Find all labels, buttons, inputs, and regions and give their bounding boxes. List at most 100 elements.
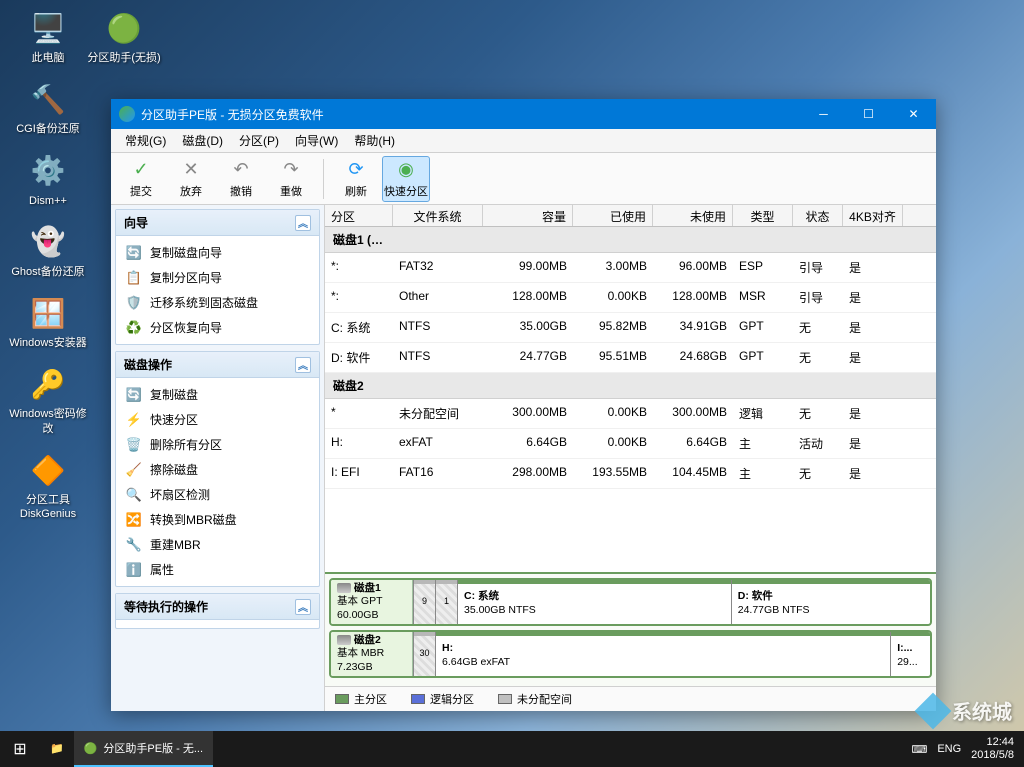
menu-partition[interactable]: 分区(P) <box>231 130 287 151</box>
desktop-icon-ghost[interactable]: 👻 Ghost备份还原 <box>8 222 88 279</box>
tool-快速分区[interactable]: ◉快速分区 <box>382 156 430 202</box>
panel-item[interactable]: ℹ️属性 <box>116 557 319 582</box>
tool-撤销[interactable]: ↶撤销 <box>217 156 265 202</box>
item-icon: 📋 <box>126 270 142 286</box>
disk-icon <box>337 583 351 593</box>
tool-icon: ✕ <box>180 159 202 181</box>
watermark: 系统城 <box>920 696 1012 725</box>
panel-header[interactable]: 等待执行的操作︽ <box>116 594 319 620</box>
disk-group-label[interactable]: 磁盘1 (… <box>325 227 936 253</box>
panel-item[interactable]: 🔄复制磁盘向导 <box>116 240 319 265</box>
window-title: 分区助手PE版 - 无损分区免费软件 <box>141 106 801 123</box>
partition-block[interactable]: D: 软件24.77GB NTFS <box>731 580 930 624</box>
partition-block-small[interactable]: 1 <box>435 580 457 624</box>
col-status[interactable]: 状态 <box>793 205 843 226</box>
close-button[interactable]: ✕ <box>891 99 936 129</box>
desktop-icon-computer[interactable]: 🖥️ 此电脑 <box>8 8 88 65</box>
taskbar-partition-assistant[interactable]: 🟢 分区助手PE版 - 无... <box>74 731 213 767</box>
partition-block[interactable]: I:...29... <box>890 632 930 676</box>
menu-help[interactable]: 帮助(H) <box>346 130 403 151</box>
disk-block[interactable]: 磁盘2基本 MBR7.23GB30H:6.64GB exFATI:...29..… <box>329 630 932 678</box>
col-capacity[interactable]: 容量 <box>483 205 573 226</box>
panel-item[interactable]: 🔍坏扇区检测 <box>116 482 319 507</box>
system-tray[interactable]: ⌨ ENG 12:44 2018/5/8 <box>901 736 1024 762</box>
disk-block[interactable]: 磁盘1基本 GPT60.00GB91C: 系统35.00GB NTFSD: 软件… <box>329 578 932 626</box>
taskbar-explorer[interactable]: 📁 <box>40 731 74 767</box>
partition-block[interactable]: C: 系统35.00GB NTFS <box>457 580 731 624</box>
tool-刷新[interactable]: ⟳刷新 <box>332 156 380 202</box>
menu-disk[interactable]: 磁盘(D) <box>174 130 231 151</box>
partition-block[interactable]: H:6.64GB exFAT <box>435 632 890 676</box>
disk-group-label[interactable]: 磁盘2 <box>325 373 936 399</box>
panel-item[interactable]: 🛡️迁移系统到固态磁盘 <box>116 290 319 315</box>
desktop-icon-winstall[interactable]: 🪟 Windows安装器 <box>8 293 88 350</box>
table-row[interactable]: C: 系统NTFS35.00GB95.82MB34.91GBGPT无是 <box>325 313 936 343</box>
panel-等待执行的操作: 等待执行的操作︽ <box>115 593 320 629</box>
table-row[interactable]: *:Other128.00MB0.00KB128.00MBMSR引导是 <box>325 283 936 313</box>
keyboard-icon[interactable]: ⌨ <box>911 743 927 756</box>
desktop: 🖥️ 此电脑 🟢 分区助手(无损) 🔨 CGI备份还原 ⚙️ Dism++ 👻 … <box>8 8 98 536</box>
panel-header[interactable]: 向导︽ <box>116 210 319 236</box>
collapse-icon[interactable]: ︽ <box>295 215 311 231</box>
start-button[interactable]: ⊞ <box>0 731 40 767</box>
table-row[interactable]: *:FAT3299.00MB3.00MB96.00MBESP引导是 <box>325 253 936 283</box>
table-row[interactable]: I: EFIFAT16298.00MB193.55MB104.45MB主无是 <box>325 459 936 489</box>
tool-提交[interactable]: ✓提交 <box>117 156 165 202</box>
panel-header[interactable]: 磁盘操作︽ <box>116 352 319 378</box>
titlebar[interactable]: 分区助手PE版 - 无损分区免费软件 ─ ☐ ✕ <box>111 99 936 129</box>
panel-item[interactable]: 🔄复制磁盘 <box>116 382 319 407</box>
col-type[interactable]: 类型 <box>733 205 793 226</box>
grid-body: 磁盘1 (…*:FAT3299.00MB3.00MB96.00MBESP引导是*… <box>325 227 936 572</box>
toolbar: ✓提交✕放弃↶撤销↷重做 ⟳刷新◉快速分区 <box>111 153 936 205</box>
desktop-icon-partition[interactable]: 🟢 分区助手(无损) <box>84 8 164 65</box>
panel-item[interactable]: 🔀转换到MBR磁盘 <box>116 507 319 532</box>
panel-item[interactable]: 🔧重建MBR <box>116 532 319 557</box>
panel-item[interactable]: ♻️分区恢复向导 <box>116 315 319 340</box>
sidebar: 向导︽ 🔄复制磁盘向导📋复制分区向导🛡️迁移系统到固态磁盘♻️分区恢复向导磁盘操作… <box>111 205 325 711</box>
desktop-icon-dism[interactable]: ⚙️ Dism++ <box>8 151 88 208</box>
menu-general[interactable]: 常规(G) <box>117 130 174 151</box>
tool-放弃[interactable]: ✕放弃 <box>167 156 215 202</box>
desktop-icon-diskgenius[interactable]: 🔶 分区工具DiskGenius <box>8 450 88 522</box>
collapse-icon[interactable]: ︽ <box>295 357 311 373</box>
desktop-icon-password[interactable]: 🔑 Windows密码修改 <box>8 364 88 436</box>
table-row[interactable]: *未分配空间300.00MB0.00KB300.00MB逻辑无是 <box>325 399 936 429</box>
col-used[interactable]: 已使用 <box>573 205 653 226</box>
windows-installer-icon: 🪟 <box>28 293 68 333</box>
item-icon: 🔧 <box>126 537 142 553</box>
table-row[interactable]: D: 软件NTFS24.77GB95.51MB24.68GBGPT无是 <box>325 343 936 373</box>
panel-item[interactable]: 📋复制分区向导 <box>116 265 319 290</box>
hammer-icon: 🔨 <box>28 79 68 119</box>
table-row[interactable]: H:exFAT6.64GB0.00KB6.64GB主活动是 <box>325 429 936 459</box>
col-filesystem[interactable]: 文件系统 <box>393 205 483 226</box>
legend-color-box <box>498 694 512 704</box>
legend: 主分区逻辑分区未分配空间 <box>325 686 936 711</box>
panel-向导: 向导︽ 🔄复制磁盘向导📋复制分区向导🛡️迁移系统到固态磁盘♻️分区恢复向导 <box>115 209 320 345</box>
item-icon: ℹ️ <box>126 562 142 578</box>
language-indicator[interactable]: ENG <box>937 743 961 755</box>
partition-block-small[interactable]: 9 <box>413 580 435 624</box>
maximize-button[interactable]: ☐ <box>846 99 891 129</box>
col-partition[interactable]: 分区 <box>325 205 393 226</box>
legend-color-box <box>411 694 425 704</box>
panel-item[interactable]: 🗑️删除所有分区 <box>116 432 319 457</box>
tool-重做[interactable]: ↷重做 <box>267 156 315 202</box>
col-4k-align[interactable]: 4KB对齐 <box>843 205 903 226</box>
item-icon: 🔀 <box>126 512 142 528</box>
tool-icon: ↷ <box>280 159 302 181</box>
item-icon: 🔄 <box>126 245 142 261</box>
menu-wizard[interactable]: 向导(W) <box>287 130 346 151</box>
partition-assistant-window: 分区助手PE版 - 无损分区免费软件 ─ ☐ ✕ 常规(G) 磁盘(D) 分区(… <box>111 99 936 711</box>
partition-assistant-icon: 🟢 <box>104 8 144 48</box>
desktop-icon-cgi[interactable]: 🔨 CGI备份还原 <box>8 79 88 136</box>
legend-item: 主分区 <box>335 691 387 707</box>
collapse-icon[interactable]: ︽ <box>295 599 311 615</box>
gear-icon: ⚙️ <box>28 151 68 191</box>
legend-item: 逻辑分区 <box>411 691 474 707</box>
minimize-button[interactable]: ─ <box>801 99 846 129</box>
partition-block-small[interactable]: 30 <box>413 632 435 676</box>
item-icon: 🧹 <box>126 462 142 478</box>
col-free[interactable]: 未使用 <box>653 205 733 226</box>
panel-item[interactable]: ⚡快速分区 <box>116 407 319 432</box>
panel-item[interactable]: 🧹擦除磁盘 <box>116 457 319 482</box>
